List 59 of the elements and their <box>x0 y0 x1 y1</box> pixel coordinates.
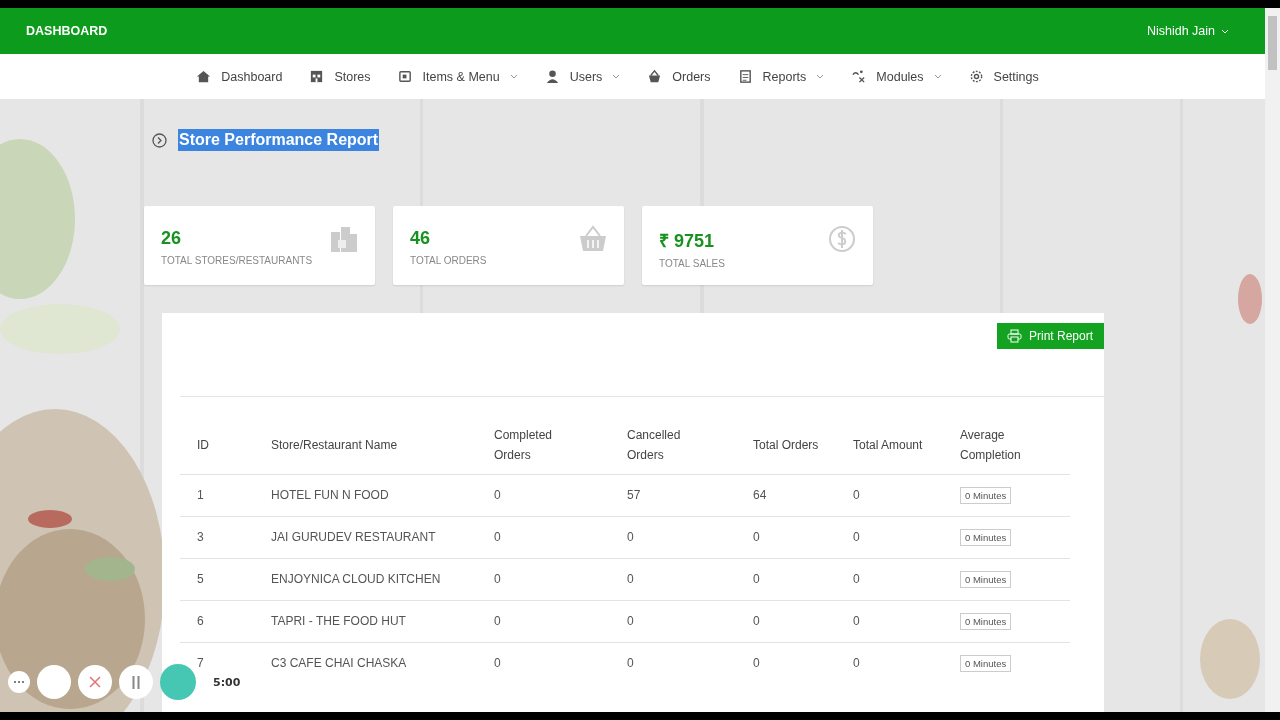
table-cell: 0 <box>853 572 860 586</box>
table-cell: ENJOYNICA CLOUD KITCHEN <box>271 572 441 586</box>
table-cell: 0 <box>753 530 760 544</box>
table-cell: 0 <box>627 572 634 586</box>
duration-badge: 0 Minutes <box>960 570 1012 588</box>
column-header: Average Completion <box>960 427 1022 465</box>
table-cell: 0 <box>494 530 501 544</box>
table-cell: 0 <box>753 656 760 671</box>
user-menu[interactable]: Nishidh Jain <box>1146 24 1229 38</box>
nav-item[interactable]: Settings <box>968 69 1039 84</box>
nav-item[interactable]: Dashboard <box>196 69 283 84</box>
table-cell: HOTEL FUN N FOOD <box>271 488 389 502</box>
column-header: Completed Orders <box>494 427 554 465</box>
stat-label: TOTAL ORDERS <box>410 255 487 266</box>
table-cell: JAI GURUDEV RESTAURANT <box>271 530 436 544</box>
duration-badge: 0 Minutes <box>960 654 1012 672</box>
table-cell: 3 <box>197 530 204 544</box>
table-cell: 7 <box>197 656 204 671</box>
table-cell: 0 <box>627 530 634 544</box>
table-cell: 1 <box>197 488 204 502</box>
nav-item[interactable]: Orders <box>647 69 711 84</box>
column-header: Cancelled Orders <box>627 427 682 465</box>
page-title: Store Performance Report <box>178 129 380 151</box>
table-cell: 0 <box>627 614 634 628</box>
table-cell: 0 <box>627 656 634 671</box>
table-cell: 57 <box>627 488 641 502</box>
column-header: Total Orders <box>753 437 820 455</box>
nav-item[interactable]: Users <box>544 69 621 84</box>
table-cell: C3 CAFE CHAI CHASKA <box>271 656 407 671</box>
table-cell: 6 <box>197 614 204 628</box>
table-cell: 0 <box>853 488 860 502</box>
table-cell: 0 <box>494 656 501 671</box>
nav-item[interactable]: Modules <box>851 69 942 84</box>
nav-item[interactable]: Reports <box>737 69 825 84</box>
brand-title[interactable]: DASHBOARD <box>26 24 108 38</box>
table-cell: 0 <box>494 614 501 628</box>
table-cell: 0 <box>853 656 860 671</box>
table-cell: 0 <box>494 572 501 586</box>
stat-label: TOTAL STORES/RESTAURANTS <box>161 255 313 266</box>
duration-badge: 0 Minutes <box>960 486 1012 504</box>
table-cell: 0 <box>753 572 760 586</box>
nav-item[interactable]: Items & Menu <box>397 69 518 84</box>
table-cell: TAPRI - THE FOOD HUT <box>271 614 406 628</box>
stat-value: 46 <box>410 228 432 249</box>
column-header: Total Amount <box>853 437 923 455</box>
stat-value: ₹ 9751 <box>659 230 716 252</box>
duration-badge: 0 Minutes <box>960 528 1012 546</box>
table-cell: 5 <box>197 572 204 586</box>
table-cell: 0 <box>853 614 860 628</box>
nav-item[interactable]: Stores <box>309 69 371 84</box>
stat-value: 26 <box>161 228 183 249</box>
column-header: Store/Restaurant Name <box>271 438 398 453</box>
stat-label: TOTAL SALES <box>659 258 725 269</box>
table-cell: 0 <box>494 488 501 502</box>
table-cell: 64 <box>753 488 767 502</box>
column-header: ID <box>197 438 209 453</box>
table-cell: 0 <box>853 530 860 544</box>
duration-badge: 0 Minutes <box>960 612 1012 630</box>
table-cell: 0 <box>753 614 760 628</box>
